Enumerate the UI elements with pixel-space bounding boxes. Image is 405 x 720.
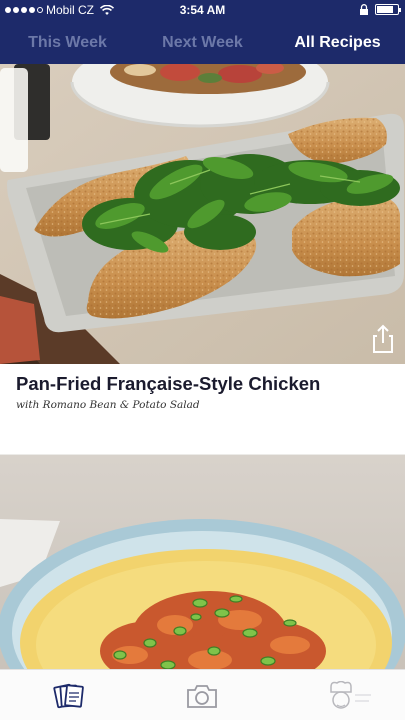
share-button[interactable] xyxy=(369,324,397,354)
rotation-lock-icon xyxy=(360,4,368,15)
recipe-photo[interactable] xyxy=(0,64,405,364)
recipe-feed[interactable]: Pan-Fried Française-Style Chicken with R… xyxy=(0,64,405,669)
recipe-card[interactable]: Pan-Fried Française-Style Chicken with R… xyxy=(0,64,405,454)
app-screen: Mobil CZ 3:54 AM This Week Next Week All… xyxy=(0,0,405,720)
chef-profile-icon xyxy=(330,680,371,709)
camera-icon xyxy=(187,684,217,708)
status-time: 3:54 AM xyxy=(179,3,226,17)
tab-this-week[interactable]: This Week xyxy=(0,21,135,64)
tab-next-week[interactable]: Next Week xyxy=(135,21,270,64)
recipe-cards-icon xyxy=(53,683,84,708)
tab-bar: This Week Next Week All Recipes xyxy=(0,21,405,64)
polenta-dish-photo[interactable] xyxy=(0,455,405,669)
recipe-subtitle: with Romano Bean & Potato Salad xyxy=(16,399,200,411)
recipes-button[interactable] xyxy=(18,670,118,720)
status-bar: Mobil CZ 3:54 AM xyxy=(0,0,405,21)
status-right xyxy=(359,4,401,15)
camera-button[interactable] xyxy=(152,670,252,720)
recipe-title[interactable]: Pan-Fried Française-Style Chicken xyxy=(16,373,320,395)
tab-all-recipes[interactable]: All Recipes xyxy=(270,21,405,64)
profile-button[interactable] xyxy=(293,670,393,720)
battery-icon xyxy=(375,4,401,15)
share-icon xyxy=(373,324,393,353)
bottom-toolbar xyxy=(0,669,405,720)
recipe-card[interactable] xyxy=(0,455,405,669)
